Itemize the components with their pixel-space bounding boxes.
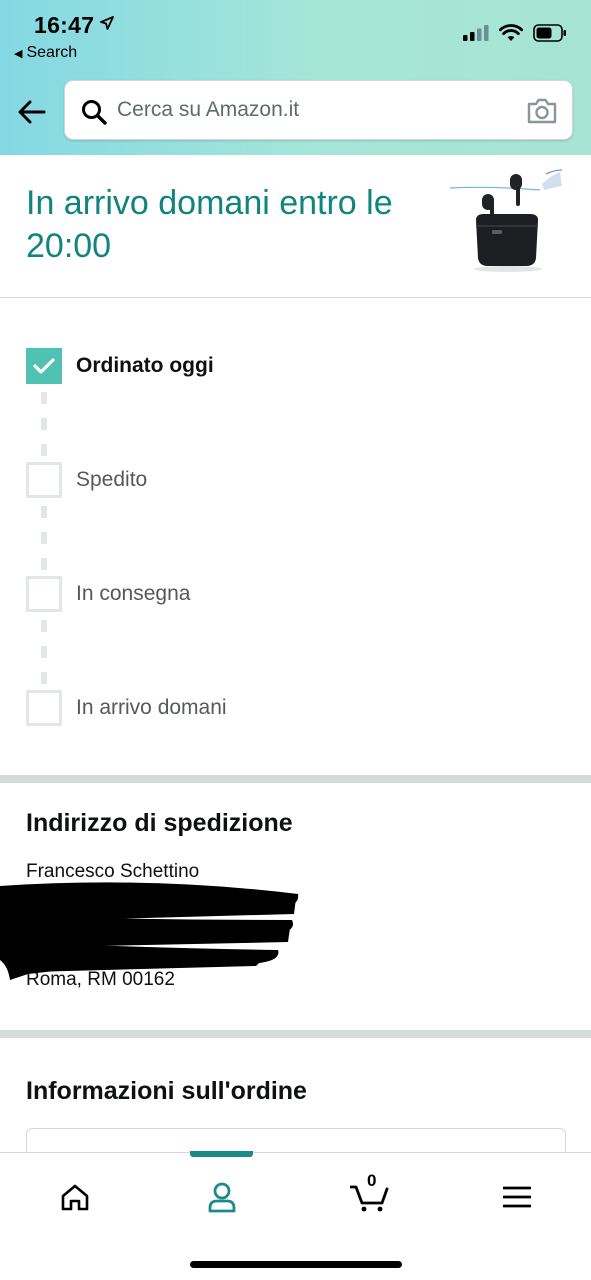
location-arrow-icon xyxy=(100,16,114,30)
checkbox-checked xyxy=(26,348,62,384)
cart-count-badge: 0 xyxy=(367,1171,377,1190)
tracking-step-label: In arrivo domani xyxy=(76,696,227,719)
tracking-step-out-for-delivery: In consegna xyxy=(26,576,190,612)
tracking-connector xyxy=(41,620,47,698)
search-input[interactable] xyxy=(117,81,517,139)
wifi-icon xyxy=(499,24,523,41)
tracking-step-label: Ordinato oggi xyxy=(76,354,214,377)
hamburger-menu-icon xyxy=(503,1186,531,1208)
status-time: 16:47 xyxy=(34,12,95,38)
app-header: 16:47 ◀ Search xyxy=(0,0,591,155)
tracking-step-arriving: In arrivo domani xyxy=(26,690,227,726)
shipping-address-heading: Indirizzo di spedizione xyxy=(26,809,293,837)
tracking-step-shipped: Spedito xyxy=(26,462,147,498)
account-icon xyxy=(208,1182,236,1213)
status-indicators xyxy=(463,24,567,42)
cellular-signal-icon xyxy=(463,25,489,41)
back-triangle-icon: ◀ xyxy=(14,48,23,60)
search-icon xyxy=(82,100,107,125)
tracking-connector xyxy=(41,506,47,584)
nav-home[interactable] xyxy=(55,1177,95,1217)
tracking-connector xyxy=(41,392,47,470)
tracking-step-label: In consegna xyxy=(76,582,191,605)
status-back-label: Search xyxy=(26,44,78,61)
camera-icon[interactable] xyxy=(526,97,558,125)
arrival-title: In arrivo domani entro le 20:00 xyxy=(26,184,393,265)
product-image[interactable] xyxy=(450,166,566,276)
status-back-link[interactable]: ◀ Search xyxy=(14,44,77,62)
section-divider xyxy=(0,775,591,783)
checkbox-empty xyxy=(26,690,62,726)
nav-menu[interactable] xyxy=(497,1177,537,1217)
checkbox-empty xyxy=(26,462,62,498)
tracking-step-ordered: Ordinato oggi xyxy=(26,348,214,384)
battery-icon xyxy=(533,24,566,42)
section-divider xyxy=(0,1030,591,1038)
active-tab-indicator xyxy=(190,1151,253,1157)
arrival-divider xyxy=(0,297,591,298)
home-indicator-bar xyxy=(190,1261,402,1268)
nav-account[interactable] xyxy=(202,1177,242,1217)
order-info-heading: Informazioni sull'ordine xyxy=(26,1077,307,1105)
back-arrow-icon[interactable] xyxy=(16,96,48,128)
checkbox-empty xyxy=(26,576,62,612)
redaction-scribble xyxy=(0,882,299,980)
tracking-step-label: Spedito xyxy=(76,468,148,491)
search-bar[interactable] xyxy=(64,80,573,140)
home-icon xyxy=(61,1184,89,1211)
checkmark-icon xyxy=(33,358,55,374)
